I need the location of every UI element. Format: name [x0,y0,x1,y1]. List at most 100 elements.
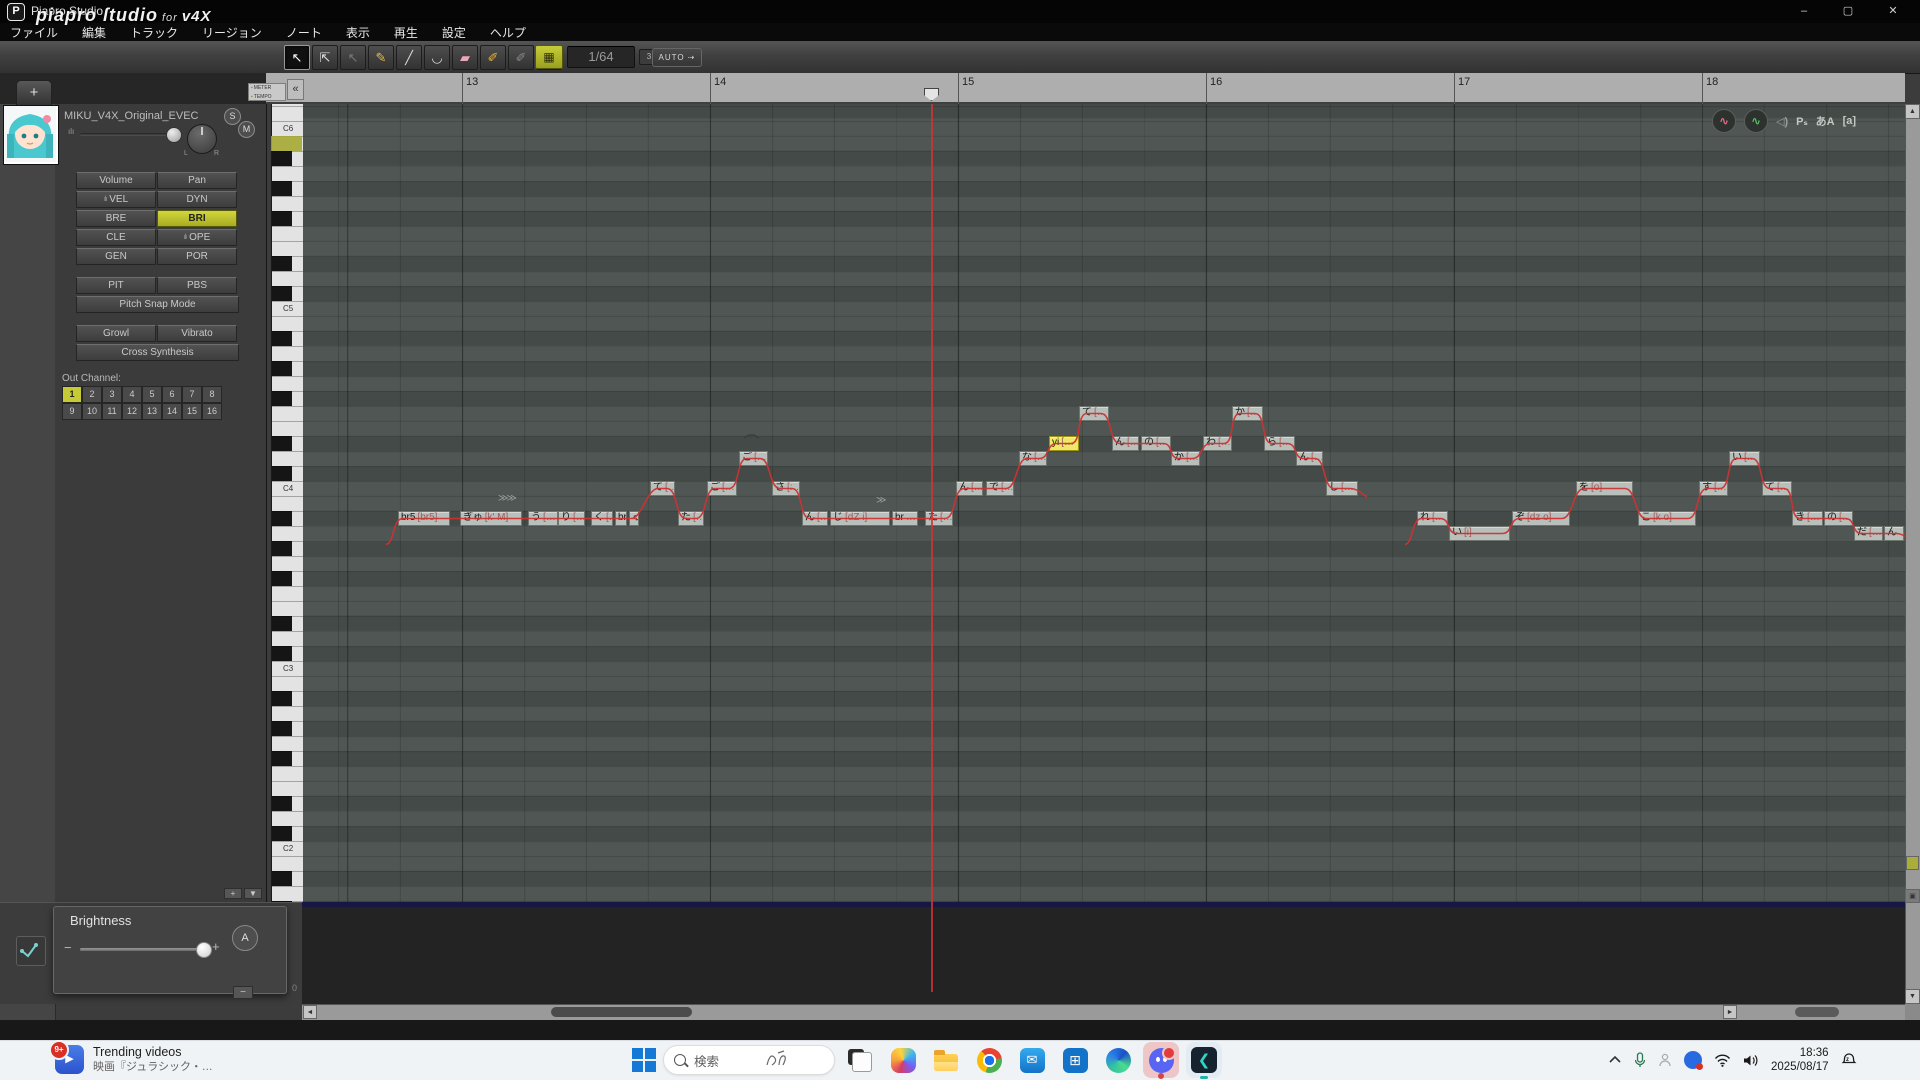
out-channel-7[interactable]: 7 [182,386,202,403]
discord-icon[interactable] [1143,1042,1179,1079]
volume-slider-track[interactable] [80,133,176,136]
note[interactable]: か [… [1232,406,1263,421]
snap-value[interactable]: 1/64 [567,46,635,68]
param-dropdown-button[interactable]: ▼ [244,888,262,899]
pencil-tool[interactable]: ✎ [368,45,394,70]
scroll-up-icon[interactable]: ▲ [1905,104,1920,119]
note[interactable]: ん[… [1296,451,1323,466]
note[interactable]: ん[… [956,481,983,496]
note[interactable]: ん[… [802,511,828,526]
note[interactable]: さ[:… [772,481,800,496]
note[interactable]: く[… [591,511,613,526]
out-channel-16[interactable]: 16 [202,403,222,420]
note[interactable]: り [… [558,511,585,526]
button-ope[interactable]: ılı OPE [157,229,237,246]
note[interactable]: ご [… [739,451,768,466]
note[interactable]: す [… [1699,481,1728,496]
out-channel-9[interactable]: 9 [62,403,82,420]
scroll-right-icon[interactable]: ► [1723,1005,1737,1019]
note[interactable]: い [i] [1449,526,1510,541]
note[interactable]: て[… [1079,406,1109,421]
store-icon[interactable]: ⊞ [1057,1042,1093,1078]
note[interactable]: て[… [650,481,675,496]
file-explorer-icon[interactable] [928,1042,964,1078]
out-channel-4[interactable]: 4 [122,386,142,403]
out-channel-10[interactable]: 10 [82,403,102,420]
vertical-scroll-thumb[interactable] [1906,856,1919,870]
grid-snap-icon[interactable]: ▦ [535,45,563,69]
auto-scroll-button[interactable]: AUTO ⇢ [652,48,702,67]
mail-icon[interactable]: ✉ [1014,1042,1050,1078]
note[interactable]: br [615,511,627,526]
horizontal-scroll-thumb[interactable] [551,1007,692,1017]
phoneme-display-icon[interactable]: [a] [1843,115,1856,127]
button-pbs[interactable]: PBS [157,277,237,294]
button-dyn[interactable]: DYN [157,191,237,208]
eraser-tool[interactable]: ▰ [452,45,478,70]
note[interactable]: か [… [1171,451,1200,466]
button-cle[interactable]: CLE [76,229,156,246]
out-channel-1[interactable]: 1 [62,386,82,403]
button-pit[interactable]: PIT [76,277,156,294]
button-growl[interactable]: Growl [76,325,156,342]
brightness-slider-knob[interactable] [196,942,212,958]
curve-tool[interactable]: ◡ [424,45,450,70]
widgets-button[interactable]: ▶ 9+ Trending videos 映画『ジュラシック・… [49,1040,213,1074]
note[interactable]: し [… [1326,481,1358,496]
button-vel[interactable]: ılı VEL [76,191,156,208]
note[interactable]: br… [892,511,918,526]
note[interactable]: こ [k o] [1638,511,1696,526]
collapse-keys-button[interactable]: « [287,79,304,100]
out-channel-8[interactable]: 8 [202,386,222,403]
menu--[interactable]: ヘルプ [490,24,526,41]
track-avatar[interactable] [3,105,59,165]
note[interactable]: う [… [528,511,558,526]
pointer-disabled-tool[interactable]: ↖ [340,45,366,70]
note[interactable]: な [… [1019,451,1047,466]
note[interactable]: ん[… [1112,436,1139,451]
out-channel-2[interactable]: 2 [82,386,102,403]
copilot-icon[interactable] [885,1042,921,1078]
button-bre[interactable]: BRE [76,210,156,227]
speaker-icon[interactable] [1743,1054,1759,1067]
note[interactable]: ん [1884,526,1904,541]
volume-slider-knob[interactable] [166,127,182,143]
button-bri[interactable]: BRI [157,210,237,227]
out-channel-6[interactable]: 6 [162,386,182,403]
line-tool[interactable]: ╱ [396,45,422,70]
note[interactable]: で [… [986,481,1014,496]
search-box[interactable]: 検索 [663,1045,835,1075]
brightness-slider-track[interactable] [80,948,208,951]
pan-knob[interactable] [187,124,217,154]
people-icon[interactable] [1658,1053,1672,1068]
note[interactable]: き [… [1792,511,1823,526]
button-gen[interactable]: GEN [76,248,156,265]
menu--[interactable]: 編集 [82,24,106,41]
note-selected[interactable]: yi [… [1049,436,1079,451]
note[interactable]: br5 [br5] [398,511,450,526]
note[interactable]: れ [… [1417,511,1448,526]
menu--[interactable]: ノート [286,24,322,41]
do-not-disturb-bell-icon[interactable]: z [1841,1052,1857,1068]
brightness-minus[interactable]: − [64,940,72,955]
out-channel-15[interactable]: 15 [182,403,202,420]
menu--[interactable]: トラック [130,24,178,41]
button-pitch-snap-mode[interactable]: Pitch Snap Mode [76,296,239,313]
pitch-line-icon[interactable]: ∿ [1712,109,1736,133]
pen-disabled-tool[interactable]: ✐ [508,45,534,70]
note[interactable]: の [… [1141,436,1171,451]
task-view-button[interactable] [842,1042,878,1078]
tray-app-icon[interactable] [1684,1051,1703,1070]
track-name[interactable]: MIKU_V4X_Original_EVEC [64,110,214,122]
out-channel-12[interactable]: 12 [122,403,142,420]
draw-pen-tool[interactable]: ✐ [480,45,506,70]
menu--[interactable]: 再生 [394,24,418,41]
button-cross-synthesis[interactable]: Cross Synthesis [76,344,239,361]
speaker-icon[interactable]: ◁) [1776,115,1788,128]
microphone-icon[interactable] [1634,1052,1646,1068]
tray-chevron-icon[interactable] [1608,1055,1622,1065]
note[interactable]: い [… [1729,451,1760,466]
edge-icon[interactable] [1100,1042,1136,1078]
note[interactable]: た[… [678,511,704,526]
timeline-ruler[interactable]: 13 14 15 16 17 18 [266,73,1905,104]
